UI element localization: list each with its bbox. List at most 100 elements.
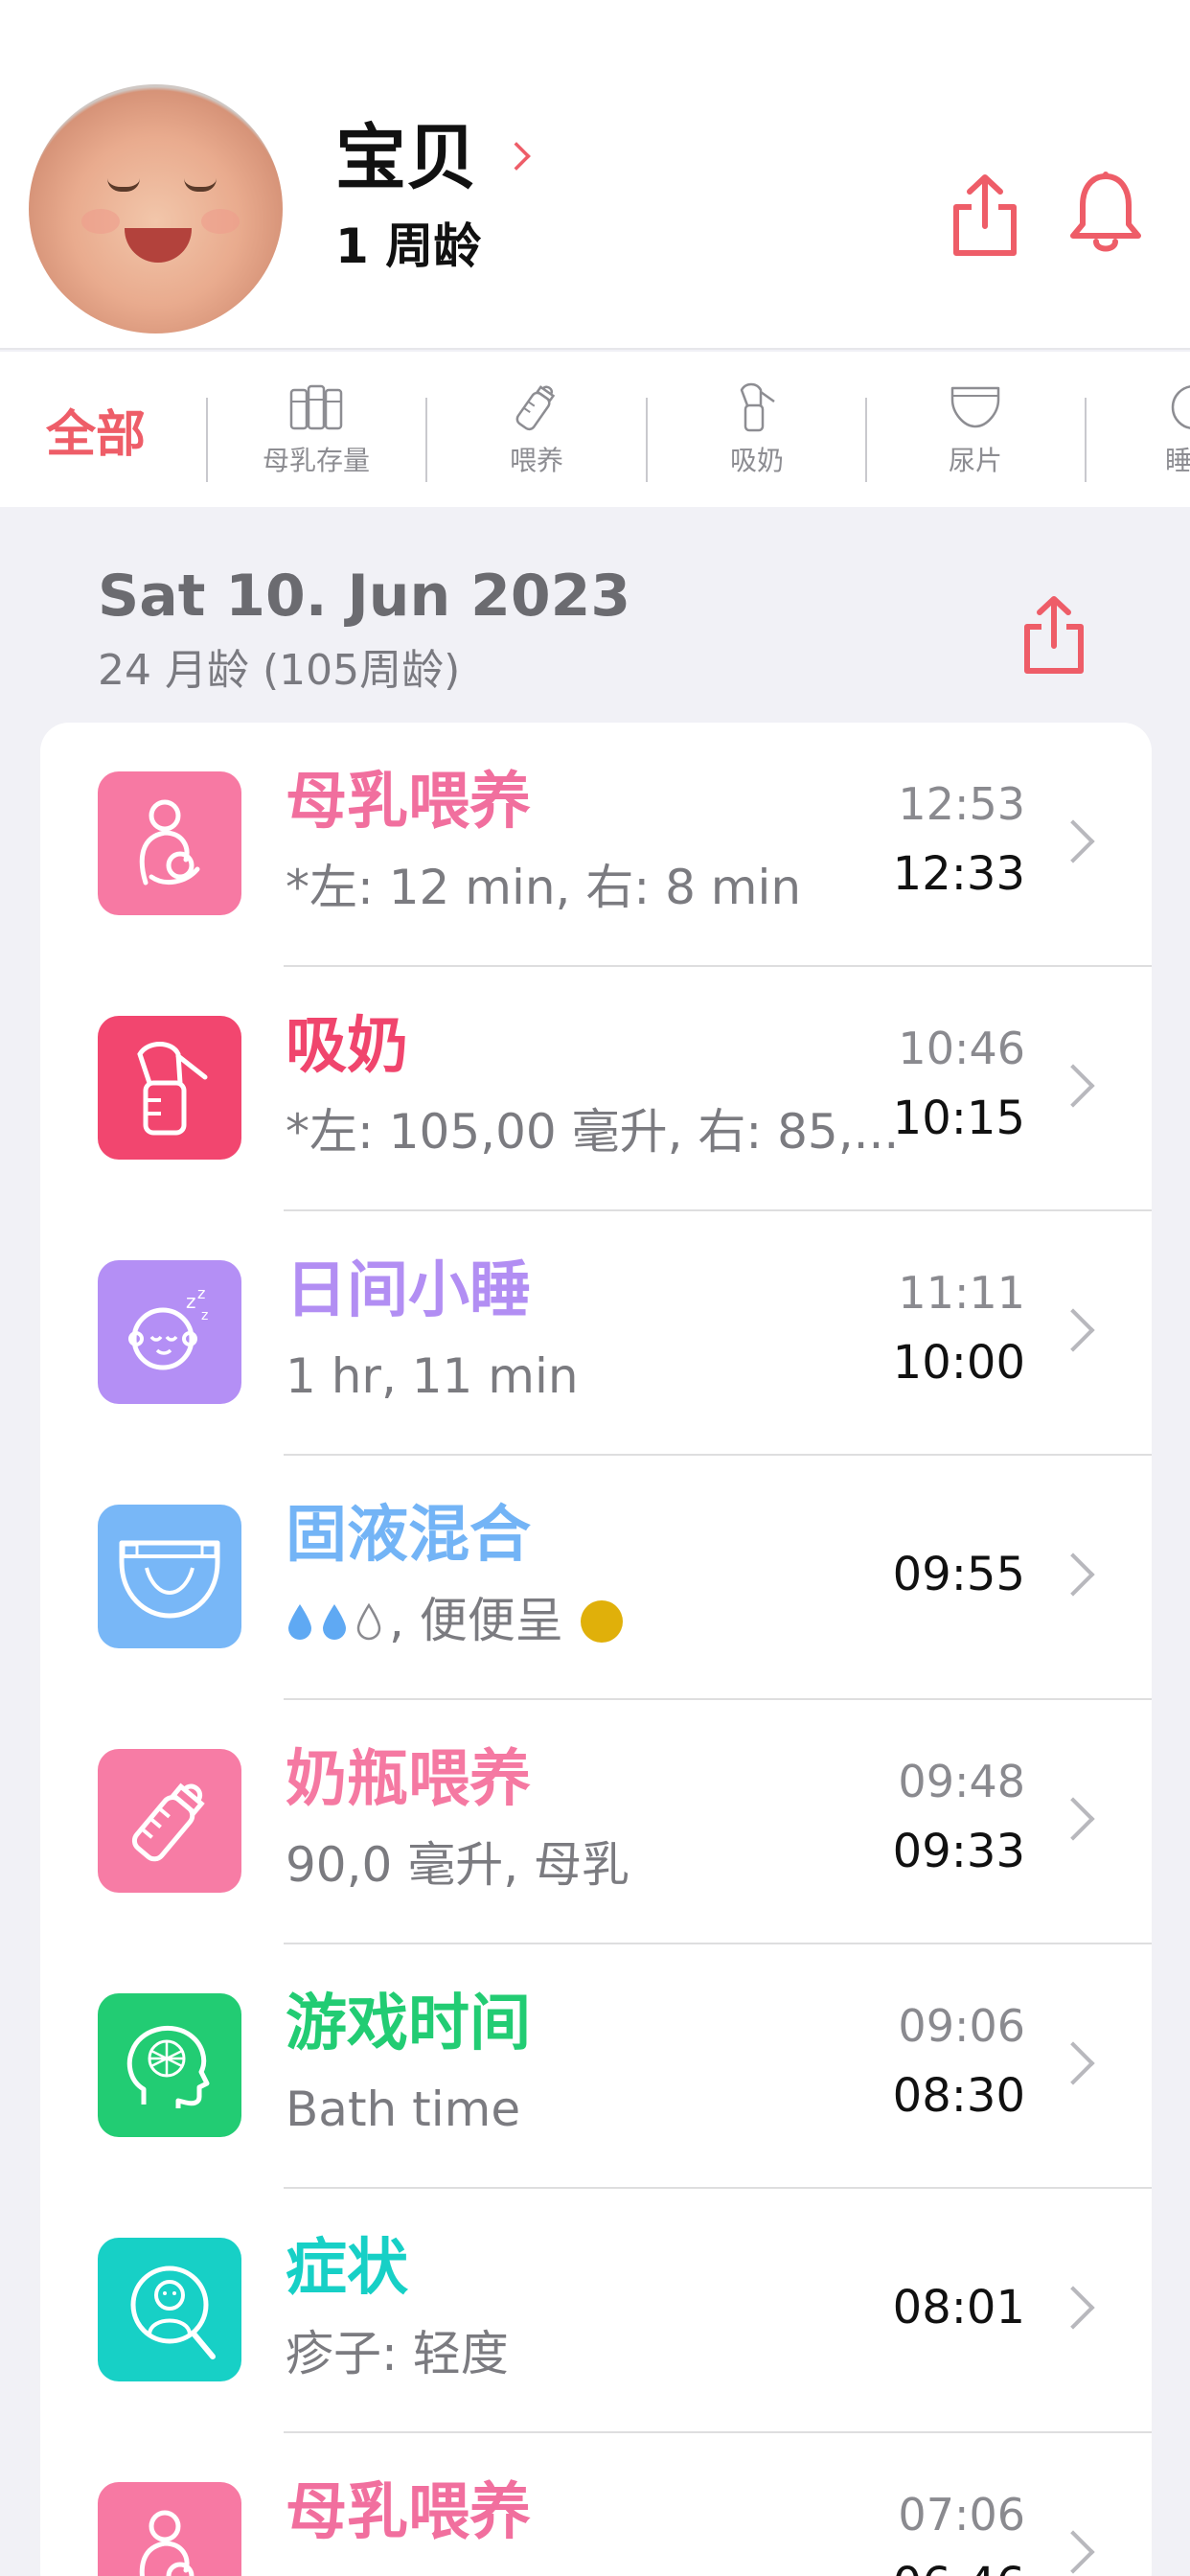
bottle-icon [98, 1749, 241, 1893]
entry-end-time: 09:48 [898, 1756, 1025, 1807]
profile-header: 宝贝 1 周龄 [0, 0, 1190, 350]
entry-end-time: 07:06 [898, 2489, 1025, 2541]
entry-detail: , 便便呈 [286, 1595, 623, 1647]
chevron-right-icon [1051, 1552, 1095, 1597]
pump-icon [98, 1016, 241, 1160]
entry-end-time: 12:53 [898, 778, 1025, 830]
entry-title: 症状 [286, 2233, 408, 2304]
tab-divider [425, 398, 427, 482]
entry-start-time: 08:30 [892, 2069, 1025, 2123]
poop-color-swatch [580, 1600, 623, 1643]
tab-label: 母乳存量 [262, 445, 370, 476]
baby-name[interactable]: 宝贝 [335, 123, 477, 194]
share-icon[interactable] [949, 172, 1021, 259]
avatar-mouth [125, 228, 192, 263]
breastfeeding-icon [98, 2482, 241, 2576]
symptom-icon [98, 2238, 241, 2381]
entry-row[interactable]: 奶瓶喂养 90,0 毫升, 母乳 09:48 09:33 [40, 1700, 1152, 1944]
entry-row[interactable]: 母乳喂养 *左: 12 min, 右: 8 min 12:53 12:33 [40, 723, 1152, 967]
tab-feeding[interactable]: 喂养 [441, 352, 632, 507]
tab-all[interactable]: 全部 [29, 352, 163, 507]
entry-title: 母乳喂养 [286, 767, 531, 838]
entry-row[interactable]: 游戏时间 Bath time 09:06 08:30 [40, 1944, 1152, 2189]
entry-title: 吸奶 [286, 1011, 408, 1082]
entry-title: 奶瓶喂养 [286, 1744, 531, 1815]
tab-label: 全部 [45, 405, 146, 464]
tab-milk-stash[interactable]: 母乳存量 [220, 352, 412, 507]
bell-icon[interactable] [1065, 169, 1146, 255]
baby-avatar[interactable] [29, 84, 283, 334]
milk-stash-icon [289, 384, 343, 430]
sleep-icon [1171, 385, 1190, 429]
entry-title: 母乳喂养 [286, 2477, 531, 2548]
drop-icon [323, 1604, 346, 1640]
entry-title: 游戏时间 [286, 1989, 531, 2059]
entry-start-time: 06:46 [893, 2562, 1025, 2576]
chevron-right-icon [1051, 819, 1095, 863]
tab-label: 吸奶 [729, 445, 784, 476]
entry-start-time: 09:33 [892, 1825, 1025, 1878]
sleeping-baby-icon: z z z [98, 1260, 241, 1404]
entry-end-time: 11:11 [898, 1267, 1025, 1319]
entry-end-time: 10:46 [898, 1023, 1025, 1074]
entries-list: 母乳喂养 *左: 12 min, 右: 8 min 12:53 12:33 吸奶… [40, 723, 1152, 2576]
entry-detail: Bath time [286, 2083, 521, 2136]
avatar-cheek [81, 209, 120, 234]
breastfeeding-icon [98, 771, 241, 915]
tab-divider [1085, 398, 1087, 482]
entry-detail: *左: 12 min, 右: 8 min [286, 862, 802, 914]
entry-row[interactable]: 症状 疹子: 轻度 08:01 [40, 2189, 1152, 2433]
chevron-right-icon[interactable] [502, 142, 531, 171]
entry-row[interactable]: 母乳喂养 07:06 06:46 [40, 2433, 1152, 2576]
entry-row[interactable]: 吸奶 *左: 105,00 毫升, 右: 85,... 10:46 10:15 [40, 967, 1152, 1211]
bottle-icon [515, 385, 556, 431]
svg-text:z: z [186, 1290, 196, 1313]
entry-start-time: 10:15 [892, 1092, 1025, 1145]
entry-time: 08:01 [892, 2281, 1025, 2334]
tab-divider [865, 398, 867, 482]
entry-title: 日间小睡 [286, 1255, 531, 1326]
svg-text:z: z [201, 1308, 208, 1323]
chevron-right-icon [1051, 1797, 1095, 1841]
chevron-right-icon [1051, 2286, 1095, 2330]
tab-sleep[interactable]: 睡 [1102, 352, 1190, 507]
chevron-right-icon [1051, 2041, 1095, 2085]
entry-detail: 1 hr, 11 min [286, 1350, 579, 1403]
pump-icon [740, 382, 775, 432]
entry-row[interactable]: 固液混合 , 便便呈 09:55 [40, 1456, 1152, 1700]
entry-start-time: 10:00 [892, 1336, 1025, 1390]
tab-label: 尿片 [948, 445, 1002, 476]
tab-divider [646, 398, 648, 482]
entry-start-time: 12:33 [892, 847, 1025, 901]
chevron-right-icon [1051, 1064, 1095, 1108]
tab-label: 喂养 [509, 445, 563, 476]
day-date: Sat 10. Jun 2023 [98, 563, 631, 630]
tab-diaper[interactable]: 尿片 [880, 352, 1071, 507]
entry-title: 固液混合 [286, 1500, 531, 1571]
chevron-right-icon [1051, 1308, 1095, 1352]
share-icon[interactable] [1019, 594, 1088, 677]
entry-detail: *左: 105,00 毫升, 右: 85,... [286, 1106, 900, 1159]
diaper-icon [98, 1505, 241, 1648]
entry-end-time: 09:06 [898, 2000, 1025, 2052]
drop-outline-icon [356, 1602, 381, 1641]
entry-row[interactable]: z z z 日间小睡 1 hr, 11 min 11:11 10:00 [40, 1211, 1152, 1456]
chevron-right-icon [1051, 2530, 1095, 2574]
tab-label: 睡 [1165, 445, 1190, 476]
category-tabs: 全部 母乳存量 喂养 吸奶 尿片 睡 [0, 352, 1190, 507]
day-age: 24 月龄 (105周龄) [98, 646, 461, 695]
brain-icon [98, 1993, 241, 2137]
tab-pump[interactable]: 吸奶 [661, 352, 853, 507]
tab-divider [206, 398, 208, 482]
drop-icon [288, 1604, 311, 1640]
entry-detail-text: , 便便呈 [389, 1595, 563, 1647]
diaper-icon [950, 386, 1000, 428]
svg-text:z: z [197, 1284, 205, 1302]
avatar-cheek [201, 209, 240, 234]
entry-time: 09:55 [892, 1548, 1025, 1601]
avatar-eye [107, 178, 140, 192]
entry-detail: 90,0 毫升, 母乳 [286, 1839, 630, 1892]
baby-age: 1 周龄 [335, 218, 482, 274]
avatar-eye [184, 178, 217, 192]
entry-detail: 疹子: 轻度 [286, 2328, 509, 2380]
